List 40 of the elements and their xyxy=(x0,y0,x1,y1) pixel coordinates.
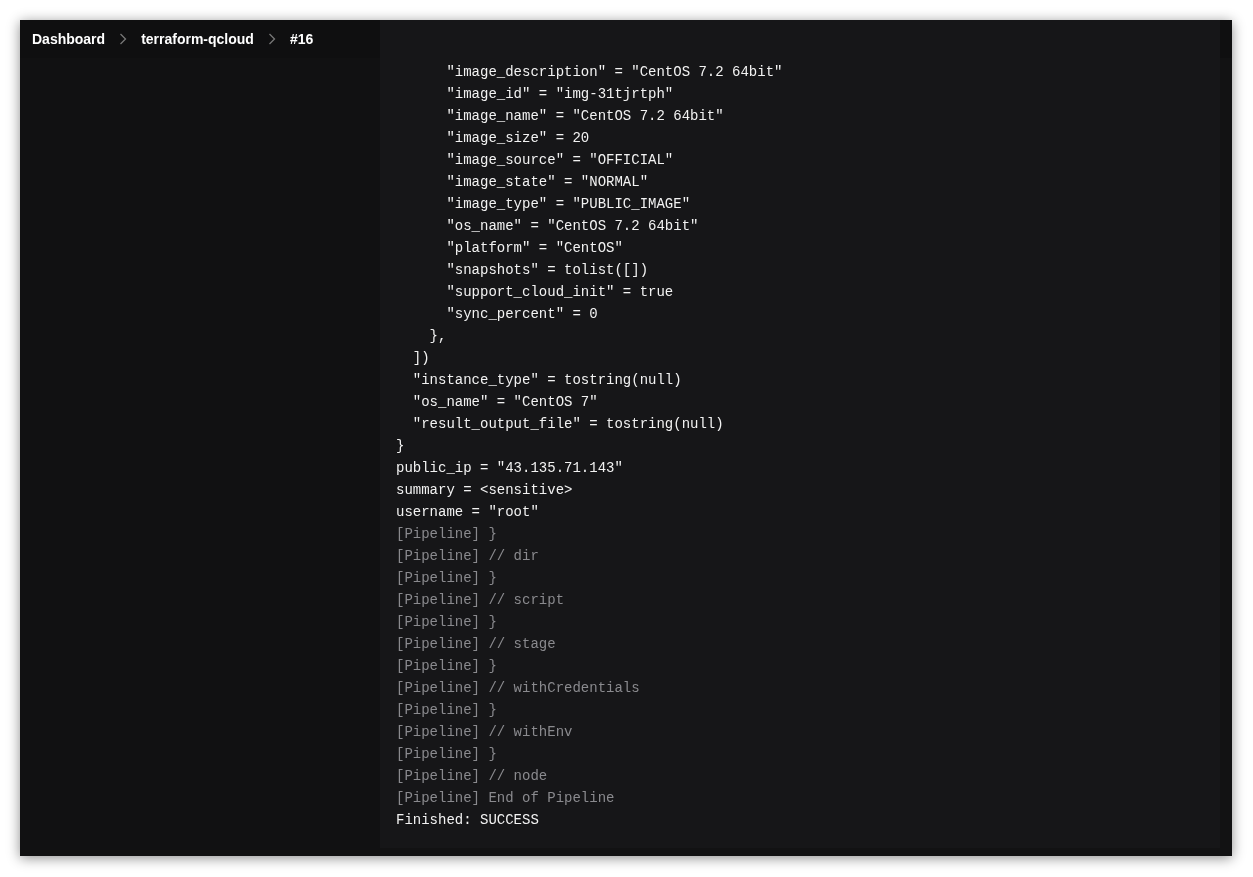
console-line: [Pipeline] // withCredentials xyxy=(396,679,640,698)
console-line: [Pipeline] End of Pipeline xyxy=(396,789,615,808)
console-line: "snapshots" = tolist([]) xyxy=(445,261,649,280)
console-line: "platform" = "CentOS" xyxy=(445,239,623,258)
console-line: "image_type" = "PUBLIC_IMAGE" xyxy=(445,195,691,214)
console-line: [Pipeline] // node xyxy=(396,767,548,786)
console-line: [Pipeline] // stage xyxy=(396,635,556,654)
console-line: [Pipeline] // dir xyxy=(396,547,539,566)
chevron-right-icon xyxy=(267,33,276,45)
console-line: username = "root" xyxy=(396,503,539,522)
console-line: [Pipeline] } xyxy=(396,569,497,588)
console-line: [Pipeline] } xyxy=(396,525,497,544)
console-line: "image_source" = "OFFICIAL" xyxy=(445,151,674,170)
console-line: [Pipeline] } xyxy=(396,701,497,720)
console-line: } xyxy=(396,437,405,456)
console-line: "instance_type" = tostring(null) xyxy=(411,371,682,390)
console-line: [Pipeline] // script xyxy=(396,591,565,610)
console-line: [Pipeline] } xyxy=(396,657,497,676)
console-line: [Pipeline] } xyxy=(396,745,497,764)
console-line: "image_id" = "img-31tjrtph" xyxy=(445,85,674,104)
console-line: public_ip = "43.135.71.143" xyxy=(396,459,623,478)
breadcrumb-link[interactable]: #16 xyxy=(287,28,316,50)
console-line: summary = <sensitive> xyxy=(396,481,573,500)
console-line: ]) xyxy=(411,349,430,368)
chevron-right-icon xyxy=(119,33,128,45)
console-line: "image_name" = "CentOS 7.2 64bit" xyxy=(445,107,724,126)
console-line: "image_description" = "CentOS 7.2 64bit" xyxy=(445,63,783,82)
console-line: "os_name" = "CentOS 7" xyxy=(411,393,598,412)
console-line: Finished: SUCCESS xyxy=(396,811,539,830)
console-line: [Pipeline] // withEnv xyxy=(396,723,573,742)
breadcrumb-link[interactable]: terraform-qcloud xyxy=(139,28,256,50)
console-line: "result_output_file" = tostring(null) xyxy=(411,415,724,434)
console-line: }, xyxy=(428,327,447,346)
console-line: "image_size" = 20 xyxy=(445,129,590,148)
console-line: [Pipeline] } xyxy=(396,613,497,632)
console-line: "sync_percent" = 0 xyxy=(445,305,598,324)
breadcrumb-link[interactable]: Dashboard xyxy=(30,28,108,50)
console-line: "image_state" = "NORMAL" xyxy=(445,173,649,192)
console-line: "os_name" = "CentOS 7.2 64bit" xyxy=(445,217,699,236)
console-line: "support_cloud_init" = true xyxy=(445,283,674,302)
